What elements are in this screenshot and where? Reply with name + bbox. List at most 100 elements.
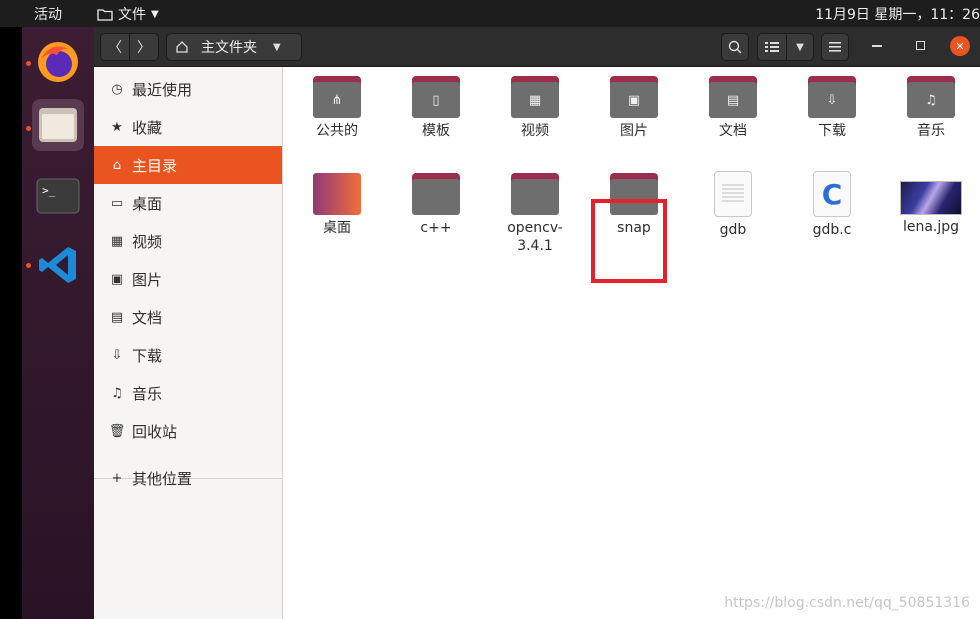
folder-icon: ▤ <box>709 76 757 118</box>
folder-icon: ▦ <box>511 76 559 118</box>
search-button[interactable] <box>721 33 749 61</box>
sidebar-item-recent[interactable]: ◷ 最近使用 <box>94 70 282 108</box>
file-label: lena.jpg <box>902 219 960 235</box>
folder-desktop[interactable]: 桌面 <box>292 173 382 237</box>
home-icon: ⌂ <box>112 157 122 173</box>
folder-templates[interactable]: ▯ 模板 <box>391 76 481 140</box>
download-icon: ⇩ <box>808 82 856 118</box>
folder-icon: ▣ <box>610 76 658 118</box>
chevron-left-icon: 〈 <box>108 40 122 56</box>
folder-icon: ⋔ <box>313 76 361 118</box>
view-list-button[interactable] <box>757 33 787 61</box>
sidebar-item-starred[interactable]: ★ 收藏 <box>94 108 282 146</box>
document-icon: ▤ <box>110 309 124 325</box>
sidebar-item-label: 桌面 <box>132 194 163 213</box>
sidebar-item-label: 收藏 <box>132 118 163 137</box>
trash-icon: 🗑 <box>108 423 126 439</box>
document-icon: ▤ <box>709 82 757 118</box>
running-indicator <box>26 61 31 66</box>
header-bar: 〈 〉 主文件夹 ▼ ▼ ✕ <box>94 27 980 67</box>
file-gdb[interactable]: gdb <box>688 171 778 239</box>
folder-icon <box>412 173 460 215</box>
file-label: c++ <box>420 220 452 236</box>
watermark: https://blog.csdn.net/qq_50851316 <box>724 595 970 611</box>
close-icon: ✕ <box>955 39 965 53</box>
path-bar[interactable]: 主文件夹 ▼ <box>166 33 302 61</box>
picture-icon: ▣ <box>110 271 124 287</box>
folder-music[interactable]: ♫ 音乐 <box>886 76 976 140</box>
sidebar-item-downloads[interactable]: ⇩ 下载 <box>94 336 282 374</box>
folder-cpp[interactable]: c++ <box>391 173 481 237</box>
sidebar-item-label: 最近使用 <box>132 80 193 99</box>
music-icon: ♫ <box>111 385 123 401</box>
folder-icon: ♫ <box>907 76 955 118</box>
firefox-icon[interactable] <box>32 36 84 88</box>
hamburger-icon <box>829 42 841 52</box>
app-menu-label: 文件 <box>118 7 146 23</box>
files-icon[interactable] <box>32 99 84 151</box>
plus-icon: + <box>111 470 123 486</box>
folder-documents[interactable]: ▤ 文档 <box>688 76 778 140</box>
close-button[interactable]: ✕ <box>950 36 970 56</box>
file-gdb-c[interactable]: C gdb.c <box>787 171 877 239</box>
file-view: ⋔ 公共的 ▯ 模板 ▦ 视频 ▣ 图片 ▤ 文档 ⇩ 下载 ♫ 音乐 桌面 c… <box>284 67 980 619</box>
home-icon <box>176 41 188 53</box>
file-label: 文档 <box>719 123 747 139</box>
sidebar-item-desktop[interactable]: ▭ 桌面 <box>94 184 282 222</box>
star-icon: ★ <box>111 119 123 135</box>
folder-videos[interactable]: ▦ 视频 <box>490 76 580 140</box>
sidebar-item-documents[interactable]: ▤ 文档 <box>94 298 282 336</box>
chevron-down-icon: ▼ <box>273 41 281 53</box>
folder-opencv[interactable]: opencv- 3.4.1 <box>490 173 580 255</box>
folder-icon: ▯ <box>412 76 460 118</box>
clock-icon: ◷ <box>111 81 123 97</box>
sidebar-item-label: 文档 <box>132 308 163 327</box>
activities-button[interactable]: 活动 <box>34 4 62 24</box>
folder-pictures[interactable]: ▣ 图片 <box>589 76 679 140</box>
sidebar-item-label: 下载 <box>132 346 163 365</box>
menu-button[interactable] <box>821 33 849 61</box>
file-lena-jpg[interactable]: lena.jpg <box>886 181 976 236</box>
terminal-icon[interactable]: >_ <box>32 170 84 222</box>
sidebar-item-label: 主目录 <box>132 156 178 175</box>
file-label: gdb.c <box>812 222 852 238</box>
sidebar-item-label: 图片 <box>132 270 163 289</box>
maximize-button[interactable] <box>916 41 925 50</box>
folder-public[interactable]: ⋔ 公共的 <box>292 76 382 140</box>
file-label: opencv- 3.4.1 <box>507 220 563 254</box>
back-button[interactable]: 〈 <box>100 33 130 61</box>
sidebar-item-home[interactable]: ⌂ 主目录 <box>94 146 282 184</box>
file-label: 下载 <box>818 123 846 139</box>
view-options-button[interactable]: ▼ <box>786 33 814 61</box>
sidebar-item-label: 视频 <box>132 232 163 251</box>
file-label: gdb <box>719 222 747 238</box>
sidebar-item-music[interactable]: ♫ 音乐 <box>94 374 282 412</box>
music-icon: ♫ <box>907 82 955 118</box>
file-label: 公共的 <box>316 123 358 139</box>
image-thumbnail <box>900 181 962 215</box>
file-label: 音乐 <box>917 123 945 139</box>
folder-icon <box>97 9 113 21</box>
sidebar-item-other-locations[interactable]: + 其他位置 <box>94 459 282 497</box>
forward-button[interactable]: 〉 <box>129 33 159 61</box>
text-file-icon <box>714 171 752 217</box>
clock[interactable]: 11月9日 星期一，11：26 <box>815 4 980 24</box>
file-label: 视频 <box>521 123 549 139</box>
share-icon: ⋔ <box>313 82 361 118</box>
chevron-down-icon: ▼ <box>796 41 804 53</box>
file-manager-window: 〈 〉 主文件夹 ▼ ▼ ✕ ◷ 最近使用 ★ 收藏 ⌂ 主目录 ▭ 桌面 ▦ 视频 ▣ 图… <box>94 27 980 619</box>
dock: >_ <box>0 27 94 619</box>
minimize-button[interactable] <box>872 45 882 47</box>
svg-text:>_: >_ <box>42 184 56 197</box>
c-source-icon: C <box>813 171 851 217</box>
sidebar-item-trash[interactable]: 🗑 回收站 <box>94 412 282 450</box>
running-indicator <box>26 126 31 131</box>
vscode-icon[interactable] <box>32 239 84 291</box>
template-icon: ▯ <box>412 82 460 118</box>
sidebar-item-pictures[interactable]: ▣ 图片 <box>94 260 282 298</box>
app-menu[interactable]: 文件 ▼ <box>97 4 159 24</box>
folder-downloads[interactable]: ⇩ 下载 <box>787 76 877 140</box>
path-label: 主文件夹 <box>201 40 257 56</box>
download-icon: ⇩ <box>111 347 123 363</box>
sidebar-item-videos[interactable]: ▦ 视频 <box>94 222 282 260</box>
